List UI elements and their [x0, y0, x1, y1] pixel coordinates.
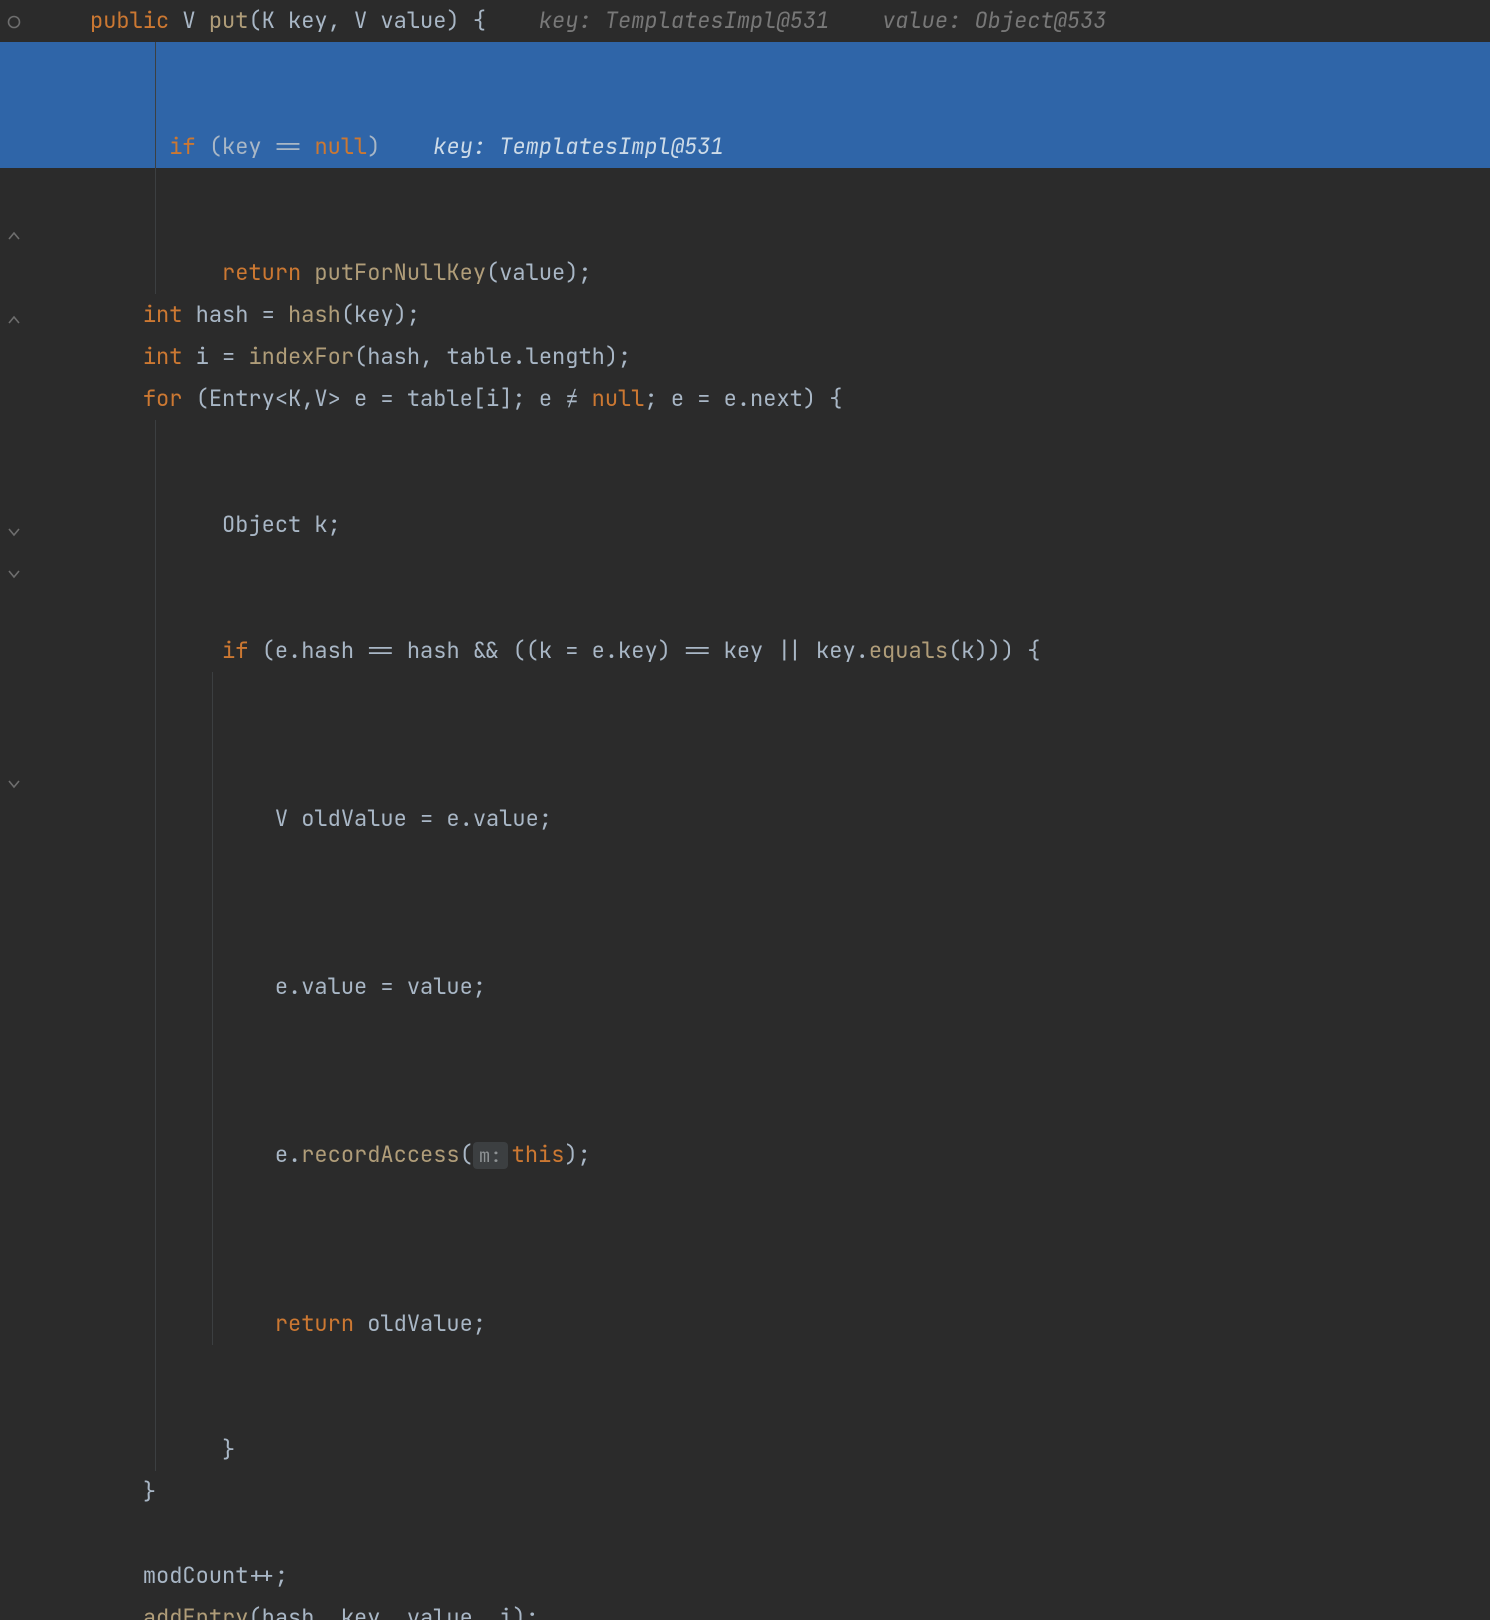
code-text: (key); — [341, 300, 420, 329]
code-text: V oldValue = e.value; — [275, 804, 552, 833]
code-text: V — [169, 6, 209, 35]
code-text: (key — [196, 132, 275, 161]
code-text: (hash, key, value, i); — [248, 1603, 538, 1620]
fold-start-icon[interactable] — [6, 228, 22, 244]
indent — [90, 300, 143, 329]
method-name: put — [209, 6, 249, 35]
code-text — [578, 384, 591, 413]
inlay-hint: key: TemplatesImpl@531 — [539, 6, 829, 35]
keyword: return — [222, 258, 301, 287]
indent — [116, 1435, 222, 1464]
method-call: indexFor — [248, 342, 354, 371]
code-text: key || key. — [710, 636, 868, 665]
code-text: } — [222, 1435, 235, 1464]
code-text: (e.hash — [248, 636, 367, 665]
keyword: if — [169, 132, 195, 161]
code-line[interactable]: return oldValue; — [40, 1177, 1490, 1345]
keyword-null: null — [314, 132, 367, 161]
spacer — [829, 6, 882, 35]
indent — [116, 1309, 274, 1338]
code-text: (k))) { — [948, 636, 1040, 665]
code-text: Object k; — [222, 510, 341, 539]
indent — [116, 636, 222, 665]
code-text: e.value = value; — [275, 972, 486, 1001]
keyword: if — [222, 636, 248, 665]
code-line[interactable]: } — [40, 1345, 1490, 1471]
code-text: oldValue; — [354, 1309, 486, 1338]
indent — [90, 384, 143, 413]
code-text: ); — [564, 1140, 590, 1169]
code-text — [301, 132, 314, 161]
fold-end-icon[interactable] — [6, 524, 22, 540]
code-line[interactable]: int hash = hash(key); — [40, 294, 1490, 336]
method-call: recordAccess — [301, 1140, 459, 1169]
indent — [116, 510, 222, 539]
indent — [90, 1603, 143, 1620]
code-text: ( — [460, 1140, 473, 1169]
indent — [90, 1477, 143, 1506]
code-line[interactable]: return putForNullKey(value); — [40, 168, 1490, 294]
code-text: e. — [275, 1140, 301, 1169]
keyword: int — [143, 342, 183, 371]
code-line[interactable]: } — [40, 1471, 1490, 1513]
code-editor[interactable]: public V put(K key, V value) { key: Temp… — [30, 0, 1490, 810]
code-text: (hash, table.length); — [354, 342, 631, 371]
code-text: ) — [367, 132, 380, 161]
indent — [116, 258, 222, 287]
indent — [90, 342, 143, 371]
method-call: putForNullKey — [314, 258, 486, 287]
code-text: (Entry<K,V> e = table[i]; e — [182, 384, 565, 413]
inlay-hint: value: Object@533 — [882, 6, 1106, 35]
code-line[interactable]: int i = indexFor(hash, table.length); — [40, 336, 1490, 378]
keyword-this: this — [512, 1140, 565, 1169]
code-line[interactable]: public V put(K key, V value) { key: Temp… — [40, 0, 1490, 42]
code-text: (K key, V value) { — [248, 6, 486, 35]
code-text — [301, 258, 314, 287]
method-call: equals — [869, 636, 948, 665]
code-line[interactable]: V oldValue = e.value; — [40, 672, 1490, 840]
indent — [116, 1140, 274, 1169]
breakpoint-ring-icon[interactable] — [6, 14, 22, 30]
code-line-highlighted[interactable]: if (key == null) key: TemplatesImpl@531 — [0, 42, 1490, 168]
code-line[interactable] — [40, 1513, 1490, 1555]
fold-start-icon[interactable] — [6, 312, 22, 328]
code-text: i = — [182, 342, 248, 371]
code-text: modCount++; — [143, 1561, 288, 1590]
code-line[interactable]: if (e.hash == hash && ((k = e.key) == ke… — [40, 546, 1490, 672]
operator: == — [367, 636, 393, 665]
code-line[interactable]: e.recordAccess(m:this); — [40, 1008, 1490, 1177]
spacer — [380, 132, 433, 161]
code-text: hash = — [182, 300, 288, 329]
inlay-hint: key: TemplatesImpl@531 — [433, 132, 723, 161]
method-call: addEntry — [143, 1603, 249, 1620]
method-call: hash — [288, 300, 341, 329]
keyword: for — [143, 384, 183, 413]
indent — [90, 1519, 143, 1548]
param-hint-badge: m: — [473, 1142, 508, 1169]
code-text: } — [143, 1477, 156, 1506]
keyword-null: null — [592, 384, 645, 413]
keyword: int — [143, 300, 183, 329]
spacer — [486, 6, 539, 35]
indent — [116, 972, 274, 1001]
indent — [116, 804, 274, 833]
code-text: hash && ((k = e.key) — [394, 636, 684, 665]
keyword: public — [90, 6, 169, 35]
operator: == — [684, 636, 710, 665]
code-line[interactable]: Object k; — [40, 420, 1490, 546]
fold-end-icon[interactable] — [6, 776, 22, 792]
indent — [116, 132, 169, 161]
operator: ≠ — [565, 384, 578, 413]
fold-end-icon[interactable] — [6, 566, 22, 582]
operator: == — [275, 132, 301, 161]
code-text: ; e = e.next) { — [644, 384, 842, 413]
indent — [90, 1561, 143, 1590]
code-line[interactable]: modCount++; — [40, 1555, 1490, 1597]
code-line[interactable]: for (Entry<K,V> e = table[i]; e ≠ null; … — [40, 378, 1490, 420]
code-line[interactable]: e.value = value; — [40, 840, 1490, 1008]
keyword: return — [275, 1309, 354, 1338]
code-line[interactable]: addEntry(hash, key, value, i); — [40, 1597, 1490, 1620]
code-text: (value); — [486, 258, 592, 287]
